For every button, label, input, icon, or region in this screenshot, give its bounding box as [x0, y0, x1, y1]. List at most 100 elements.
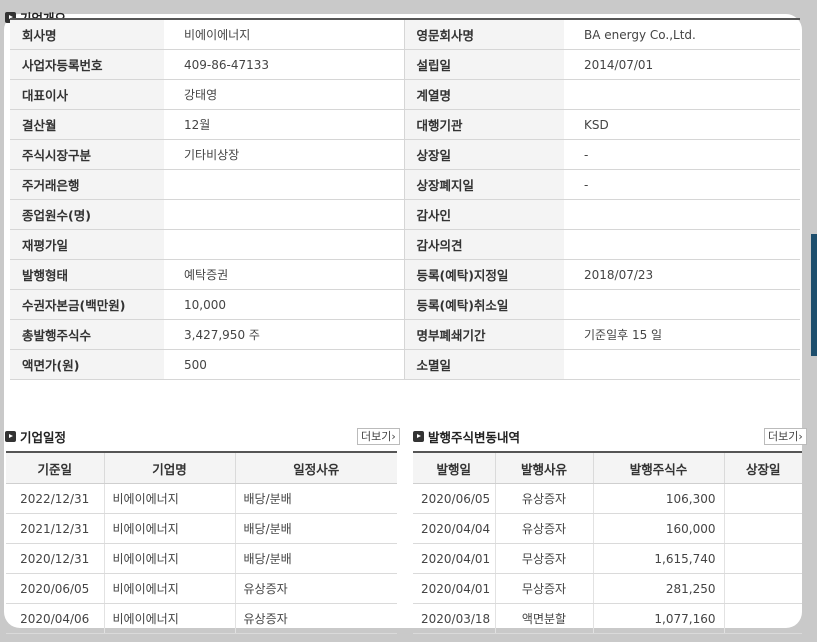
- schedule-title: 기업일정: [20, 430, 67, 445]
- field-label: 감사인: [403, 199, 564, 230]
- field-value: 비에이에너지: [164, 19, 404, 50]
- overview-row: 주식시장구분 기타비상장 상장일 -: [10, 139, 800, 170]
- field-label: 감사의견: [403, 229, 564, 260]
- overview-row: 결산월 12월 대행기관 KSD: [10, 109, 800, 140]
- schedule-section-title: 기업일정: [5, 427, 66, 446]
- column-header[interactable]: 일정사유: [234, 452, 397, 484]
- overview-row: 사업자등록번호 409-86-47133 설립일 2014/07/01: [10, 49, 800, 80]
- listing-date-cell: [723, 483, 802, 514]
- table-header-row: 기준일 기업명 일정사유: [6, 452, 397, 484]
- field-value: 2018/07/23: [564, 259, 800, 290]
- reason-cell: 배당/분배: [234, 513, 397, 544]
- field-value: 10,000: [164, 289, 404, 320]
- shares-cell: 281,250: [592, 573, 724, 604]
- table-row[interactable]: 2020/06/05 비에이에너지 유상증자: [6, 573, 397, 604]
- column-header[interactable]: 발행일: [413, 452, 495, 484]
- overview-row: 종업원수(명) 감사인: [10, 199, 800, 230]
- date-cell: 2021/12/31: [6, 513, 104, 544]
- field-label: 사업자등록번호: [10, 49, 164, 80]
- date-cell: 2020/04/04: [413, 513, 495, 544]
- field-label: 액면가(원): [10, 349, 164, 380]
- issuance-table: 발행일 발행사유 발행주식수 상장일 2020/06/05 유상증자 106,300…: [413, 451, 802, 634]
- reason-cell: 유상증자: [234, 603, 397, 634]
- field-label: 주식시장구분: [10, 139, 164, 170]
- field-value: KSD: [564, 109, 800, 140]
- field-label: 재평가일: [10, 229, 164, 260]
- field-label: 소멸일: [403, 349, 564, 380]
- field-value: -: [564, 169, 800, 200]
- field-label: 주거래은행: [10, 169, 164, 200]
- company-cell: 비에이에너지: [103, 543, 235, 574]
- field-value: BA energy Co.,Ltd.: [564, 19, 800, 50]
- more-label: 더보기: [361, 430, 392, 443]
- field-label: 대행기관: [403, 109, 564, 140]
- reason-cell: 배당/분배: [234, 483, 397, 514]
- column-header[interactable]: 발행주식수: [592, 452, 724, 484]
- shares-cell: 1,615,740: [592, 543, 724, 574]
- reason-cell: 무상증자: [494, 573, 593, 604]
- column-header[interactable]: 기준일: [6, 452, 104, 484]
- overview-row: 수권자본금(백만원) 10,000 등록(예탁)취소일: [10, 289, 800, 320]
- listing-date-cell: [723, 603, 802, 634]
- date-cell: 2020/04/01: [413, 573, 495, 604]
- field-label: 발행형태: [10, 259, 164, 290]
- listing-date-cell: [723, 573, 802, 604]
- table-row[interactable]: 2020/06/05 유상증자 106,300: [413, 483, 802, 514]
- table-row[interactable]: 2020/04/01 무상증자 281,250: [413, 573, 802, 604]
- date-cell: 2020/06/05: [6, 573, 104, 604]
- field-label: 상장폐지일: [403, 169, 564, 200]
- field-value: [564, 199, 800, 230]
- overview-table: 회사명 비에이에너지 영문회사명 BA energy Co.,Ltd. 사업자등록번호…: [10, 18, 800, 380]
- reason-cell: 유상증자: [494, 483, 593, 514]
- field-value: -: [564, 139, 800, 170]
- field-value: 500: [164, 349, 404, 380]
- column-header[interactable]: 발행사유: [494, 452, 593, 484]
- table-row[interactable]: 2020/04/06 비에이에너지 유상증자: [6, 603, 397, 634]
- table-row[interactable]: 2022/12/31 비에이에너지 배당/분배: [6, 483, 397, 514]
- field-value: 12월: [164, 109, 404, 140]
- overview-row: 회사명 비에이에너지 영문회사명 BA energy Co.,Ltd.: [10, 19, 800, 50]
- field-label: 결산월: [10, 109, 164, 140]
- overview-row: 총발행주식수 3,427,950 주 명부폐쇄기간 기준일후 15 일: [10, 319, 800, 350]
- issuance-more-button[interactable]: 더보기›: [764, 428, 807, 445]
- shares-cell: 160,000: [592, 513, 724, 544]
- side-scroll-tab[interactable]: [811, 234, 817, 356]
- column-header[interactable]: 기업명: [103, 452, 235, 484]
- field-label: 계열명: [403, 79, 564, 110]
- table-row[interactable]: 2020/04/04 유상증자 160,000: [413, 513, 802, 544]
- date-cell: 2020/03/18: [413, 603, 495, 634]
- overview-row: 액면가(원) 500 소멸일: [10, 349, 800, 380]
- field-label: 종업원수(명): [10, 199, 164, 230]
- more-label: 더보기: [768, 430, 799, 443]
- table-row[interactable]: 2021/12/31 비에이에너지 배당/분배: [6, 513, 397, 544]
- table-row[interactable]: 2020/12/31 비에이에너지 배당/분배: [6, 543, 397, 574]
- listing-date-cell: [723, 543, 802, 574]
- date-cell: 2020/06/05: [413, 483, 495, 514]
- shares-cell: 106,300: [592, 483, 724, 514]
- reason-cell: 유상증자: [234, 573, 397, 604]
- overview-row: 재평가일 감사의견: [10, 229, 800, 260]
- company-cell: 비에이에너지: [103, 483, 235, 514]
- company-cell: 비에이에너지: [103, 573, 235, 604]
- chevron-right-icon: ›: [798, 430, 803, 443]
- schedule-more-button[interactable]: 더보기›: [357, 428, 400, 445]
- field-label: 회사명: [10, 19, 164, 50]
- field-value: 3,427,950 주: [164, 319, 404, 350]
- table-row[interactable]: 2020/04/01 무상증자 1,615,740: [413, 543, 802, 574]
- field-value: 409-86-47133: [164, 49, 404, 80]
- reason-cell: 유상증자: [494, 513, 593, 544]
- shares-cell: 1,077,160: [592, 603, 724, 634]
- field-label: 등록(예탁)지정일: [403, 259, 564, 290]
- issuance-section-title: 발행주식변동내역: [413, 427, 520, 446]
- bullet-icon: [413, 431, 424, 442]
- reason-cell: 액면분할: [494, 603, 593, 634]
- field-label: 총발행주식수: [10, 319, 164, 350]
- field-value: [164, 229, 404, 260]
- field-label: 대표이사: [10, 79, 164, 110]
- field-label: 등록(예탁)취소일: [403, 289, 564, 320]
- table-row[interactable]: 2020/03/18 액면분할 1,077,160: [413, 603, 802, 634]
- issuance-title: 발행주식변동내역: [428, 430, 521, 445]
- date-cell: 2020/04/01: [413, 543, 495, 574]
- column-header[interactable]: 상장일: [723, 452, 802, 484]
- company-cell: 비에이에너지: [103, 603, 235, 634]
